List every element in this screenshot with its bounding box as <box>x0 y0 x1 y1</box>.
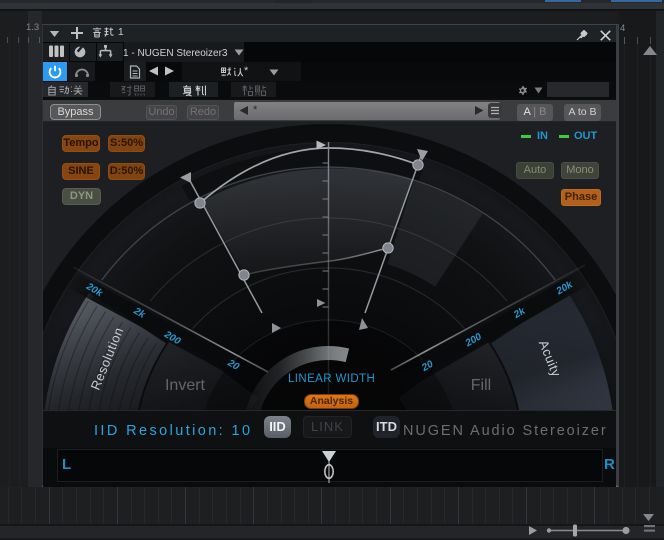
svg-text:Invert: Invert <box>165 377 206 394</box>
svg-text:Fill: Fill <box>471 377 491 394</box>
